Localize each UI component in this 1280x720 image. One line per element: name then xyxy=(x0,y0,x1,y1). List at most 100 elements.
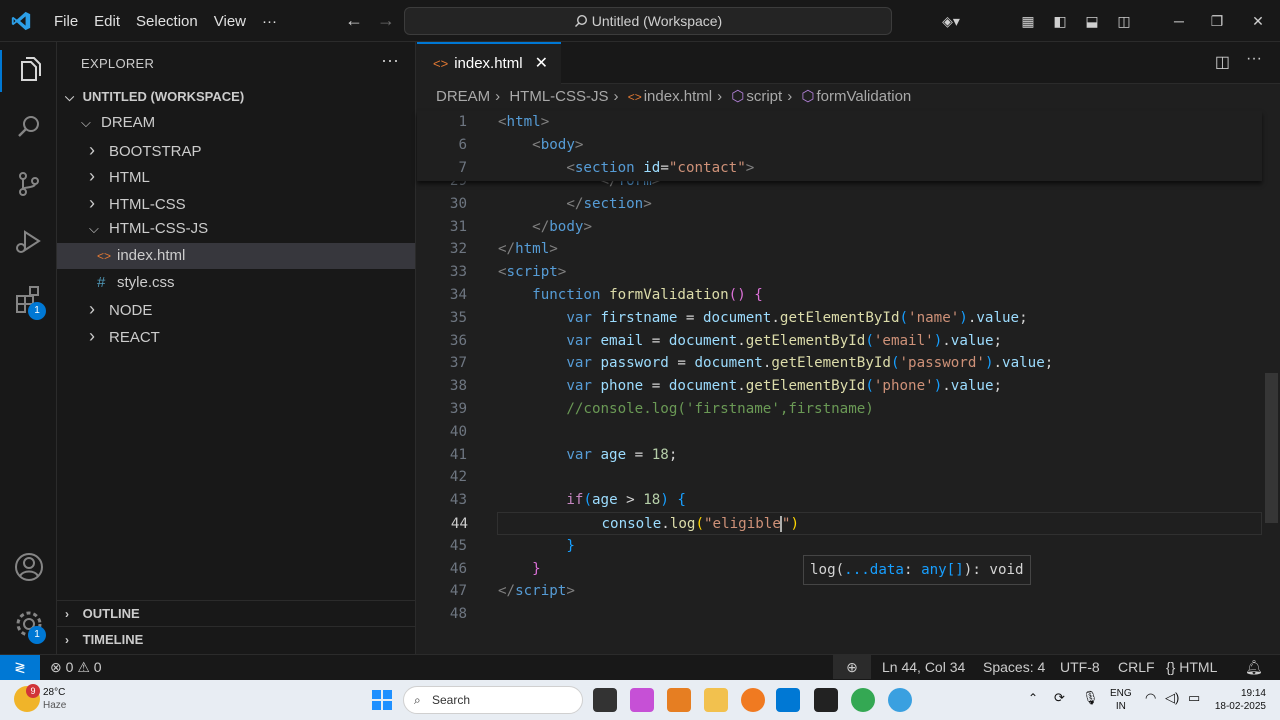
editor-more-icon[interactable]: ··· xyxy=(1246,50,1262,68)
tree-item[interactable]: › NODE xyxy=(57,296,415,322)
html-file-icon: <> xyxy=(97,249,112,263)
tab-index-html[interactable]: <> index.html ✕ xyxy=(417,42,561,84)
source-control-icon[interactable] xyxy=(12,167,46,201)
tree-item[interactable]: ⌵ HTML-CSS-JS xyxy=(57,216,415,242)
task-view-icon[interactable] xyxy=(593,688,617,712)
code-line[interactable]: 31 </body> xyxy=(417,216,1267,239)
code-line[interactable]: 37 var password = document. getElementByI… xyxy=(417,352,1267,375)
customize-layout-icon[interactable]: ▦ xyxy=(1012,13,1044,30)
copilot-icon[interactable]: ◈▾ xyxy=(930,13,972,30)
back-arrow-icon[interactable]: ← xyxy=(338,10,370,31)
windows-start-icon[interactable] xyxy=(372,690,392,710)
breadcrumb-file[interactable]: index.html xyxy=(644,88,712,105)
code-line[interactable]: 42 xyxy=(417,466,1267,489)
close-window-icon[interactable]: ✕ xyxy=(1236,13,1280,30)
line-text: <body> xyxy=(498,134,583,157)
menu-more[interactable]: ··· xyxy=(254,13,285,30)
split-editor-icon[interactable]: ◫ xyxy=(1215,52,1230,72)
restore-window-icon[interactable]: ❐ xyxy=(1198,13,1236,30)
code-line[interactable]: 34 function formValidation() { xyxy=(417,284,1267,307)
tree-item[interactable]: <> index.html xyxy=(57,243,415,269)
notifications-bell-icon[interactable]: 🔔︎ xyxy=(1245,655,1263,679)
code-line[interactable]: 43 if(age > 18) { xyxy=(417,489,1267,512)
line-ending[interactable]: CRLF xyxy=(1118,655,1155,679)
mic-icon[interactable]: 🎙︎ xyxy=(1082,690,1099,706)
tree-item[interactable]: › HTML xyxy=(57,163,415,189)
problems-indicator[interactable]: ⊗ 0 ⚠ 0 xyxy=(50,655,102,679)
tree-item[interactable]: # style.css xyxy=(57,270,415,296)
code-line[interactable]: 41 var age = 18; xyxy=(417,444,1267,467)
command-center[interactable]: Untitled (Workspace) xyxy=(404,7,892,35)
toggle-secondary-sidebar-icon[interactable]: ◫ xyxy=(1108,13,1140,30)
code-line[interactable]: 35 var firstname = document.getElementBy… xyxy=(417,307,1267,330)
breadcrumb-script[interactable]: script xyxy=(746,88,782,105)
taskbar-search[interactable]: ⌕ Search xyxy=(403,686,583,714)
volume-icon[interactable]: ◁) xyxy=(1165,690,1179,706)
workspace-header[interactable]: ⌵ UNTITLED (WORKSPACE) xyxy=(57,84,415,110)
timeline-section[interactable]: › TIMELINE xyxy=(57,626,415,652)
more-actions-icon[interactable]: ··· xyxy=(381,50,399,71)
show-hidden-icons-icon[interactable]: ⌃ xyxy=(1028,691,1038,705)
menu-selection[interactable]: Selection xyxy=(128,13,206,30)
file-explorer-icon[interactable] xyxy=(704,688,728,712)
code-line[interactable]: 33 <script> xyxy=(417,261,1267,284)
indentation[interactable]: Spaces: 4 xyxy=(983,655,1045,679)
encoding[interactable]: UTF-8 xyxy=(1060,655,1100,679)
accounts-icon[interactable] xyxy=(12,550,46,584)
battery-icon[interactable]: ▭ xyxy=(1188,690,1200,706)
search-view-icon[interactable] xyxy=(12,110,46,144)
xampp-icon[interactable] xyxy=(667,688,691,712)
menu-view[interactable]: View xyxy=(206,13,254,30)
remote-indicator-icon[interactable]: ≷ xyxy=(0,655,40,680)
run-debug-icon[interactable] xyxy=(12,224,46,258)
sticky-scroll[interactable]: 1 <html> 6 <body> 7 <section id="contact"> xyxy=(417,111,1262,181)
code-line[interactable]: 32 </html> xyxy=(417,238,1267,261)
outline-section[interactable]: › OUTLINE xyxy=(57,600,415,626)
code-line[interactable]: 44 console.log("eligible") xyxy=(451,512,1262,535)
code-editor[interactable]: 1 <html> 6 <body> 7 <section id="contact"> … xyxy=(417,111,1280,720)
language-mode[interactable]: {} HTML xyxy=(1166,655,1217,679)
terminal-icon[interactable] xyxy=(814,688,838,712)
sync-icon[interactable]: ⟳ xyxy=(1054,690,1065,706)
sublime-icon[interactable] xyxy=(741,688,765,712)
editor-area: <> index.html ✕ ◫ ··· DREAM › HTML-CSS-JS › … xyxy=(417,42,1280,720)
vertical-scrollbar[interactable] xyxy=(1265,373,1278,523)
code-line[interactable]: 1 <html> xyxy=(417,111,1267,134)
code-line[interactable]: 38 var phone = document.getElementById('… xyxy=(417,375,1267,398)
weather-temp: 28°C xyxy=(43,687,66,698)
code-line[interactable]: 30 </section> xyxy=(417,193,1267,216)
chrome-icon[interactable] xyxy=(851,688,875,712)
tree-item[interactable]: › REACT xyxy=(57,323,415,349)
menu-edit[interactable]: Edit xyxy=(86,13,128,30)
tree-item[interactable]: › BOOTSTRAP xyxy=(57,137,415,163)
code-line[interactable]: 6 <body> xyxy=(417,134,1267,157)
code-line[interactable]: 48 xyxy=(417,603,1267,626)
breadcrumb-function[interactable]: formValidation xyxy=(816,88,911,105)
app-icon[interactable] xyxy=(888,688,912,712)
code-line[interactable]: 39 //console.log('firstname',firstname) xyxy=(417,398,1267,421)
toggle-primary-sidebar-icon[interactable]: ◧ xyxy=(1044,13,1076,30)
forward-arrow-icon[interactable]: → xyxy=(370,10,402,31)
tree-item[interactable]: › HTML-CSS xyxy=(57,190,415,216)
menu-file[interactable]: File xyxy=(46,13,86,30)
close-tab-icon[interactable]: ✕ xyxy=(535,55,548,72)
language-indicator[interactable]: ENG IN xyxy=(1110,687,1132,713)
code-line[interactable]: 36 var email = document.getElementById('… xyxy=(417,330,1267,353)
clock[interactable]: 19:14 18-02-2025 xyxy=(1206,687,1266,713)
vscode-taskbar-icon[interactable] xyxy=(776,688,800,712)
code-line[interactable]: 7 <section id="contact"> xyxy=(417,157,1267,180)
minimize-window-icon[interactable]: ─ xyxy=(1160,13,1198,29)
code-line[interactable]: 40 xyxy=(417,421,1267,444)
explorer-icon[interactable] xyxy=(12,54,46,88)
toggle-panel-icon[interactable]: ⬓ xyxy=(1076,13,1108,30)
tree-item[interactable]: ⌵ DREAM xyxy=(57,110,415,136)
wifi-icon[interactable]: ◠ xyxy=(1145,690,1156,706)
breadcrumb-dream[interactable]: DREAM xyxy=(436,88,490,105)
zoom-icon[interactable]: ⊕ xyxy=(833,655,871,679)
code-token: 'phone' xyxy=(873,378,934,395)
cursor-position[interactable]: Ln 44, Col 34 xyxy=(882,655,965,679)
breadcrumb-folder[interactable]: HTML-CSS-JS xyxy=(509,88,608,105)
copilot-app-icon[interactable] xyxy=(630,688,654,712)
